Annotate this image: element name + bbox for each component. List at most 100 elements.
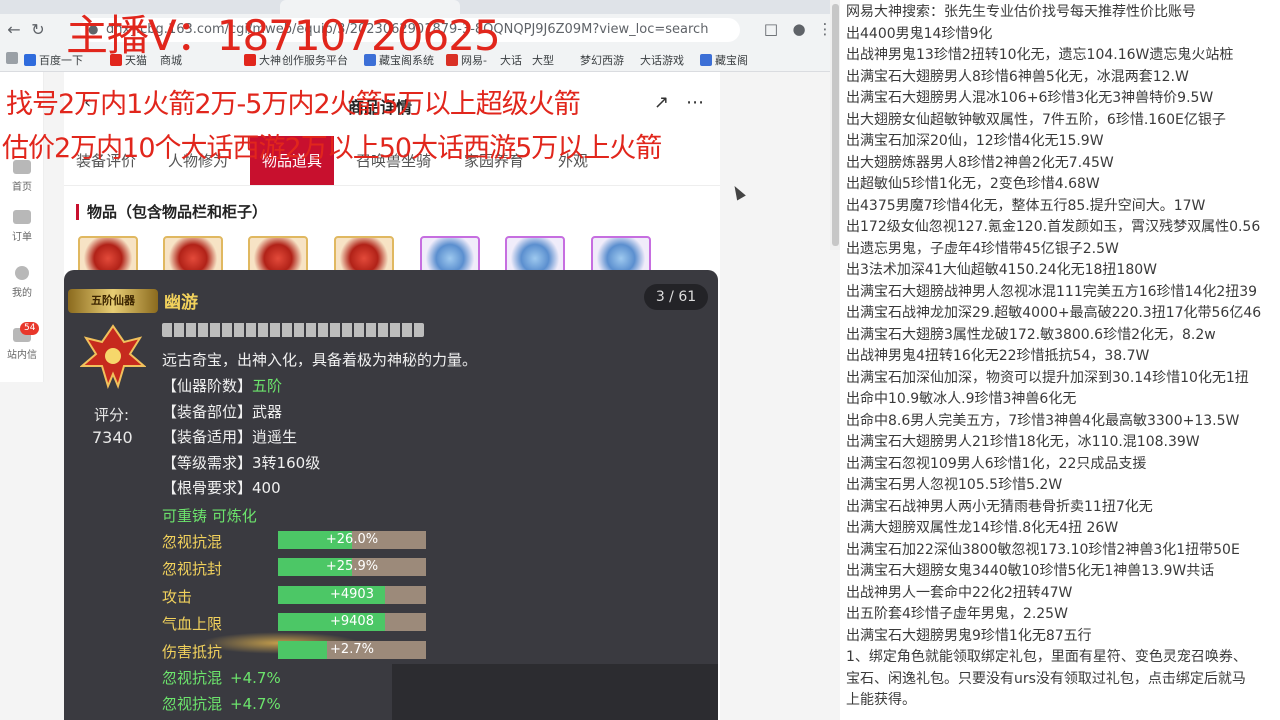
stat-bar: +25.9% [278,558,426,576]
baidu-icon [24,54,36,66]
item-name: 幽游 [164,293,198,313]
sidebar-toggle-icon[interactable]: □ [760,18,782,40]
attr-row: 【等级需求】3转160级 [162,454,321,472]
stat-value: +4903 [330,587,374,602]
bonus-row: 忽视抗混 +4.7% [162,695,281,713]
stat-name: 伤害抵抗 [162,643,223,661]
attr-row: 【装备适用】逍遥生 [162,428,298,446]
stat-value: +26.0% [325,532,379,547]
item-thumbnail[interactable] [334,236,394,274]
stat-name: 攻击 [162,588,193,606]
attr-row: 【根骨要求】400 [162,479,281,497]
note-line: 出4375男魔7珍惜4化无，整体五行85.提升空间大。17W [846,197,1206,214]
stat-row: 伤害抵抗 +2.7% [162,640,426,661]
bonus-row: 忽视抗混 +4.7% [162,669,281,687]
stat-name: 气血上限 [162,615,223,633]
note-line: 出战神男人一套命中22化2扭转47W [846,584,1073,601]
rail-label: 站内信 [7,350,37,361]
stat-row: 忽视抗混 +26.0% [162,530,426,551]
user-icon [15,266,29,280]
note-line: 出五阶套4珍惜子虚年男鬼，2.25W [846,606,1068,622]
reload-icon[interactable]: ↻ [28,20,48,40]
stat-row: 攻击 +4903 [162,585,426,606]
note-line: 出遗忘男鬼，子虚年4珍惜带45亿银子2.5W [846,240,1119,257]
note-line: 出3法术加深41大仙超敏4150.24化无18扭180W [846,262,1157,278]
note-line: 出超敏仙5珍惜1化无，2变色珍惜4.68W [846,176,1100,192]
note-line: 上能获得。 [846,692,916,708]
bookmark-item[interactable]: 藏宝阁 [700,52,748,68]
note-line: 1、绑定角色就能领取绑定礼包，里面有星符、变色灵宠召唤券、 [846,649,1247,665]
note-line: 出满宝石忽视109男人6珍惜1化，22只成品支援 [846,455,1147,472]
rail-label: 首页 [12,182,32,193]
unread-badge: 54 [20,322,40,335]
popup-footer-panel [392,664,718,720]
note-line: 出满宝石大翅膀男人8珍惜6神兽5化无，冰混两套12.W [846,68,1189,85]
rail-item-mine[interactable]: 我的 [0,266,44,299]
share-icon[interactable]: ↗ [654,92,669,113]
rail-label: 我的 [12,288,32,299]
tier-badge: 五阶仙器 [68,289,158,313]
note-line: 出172级女仙忽视127.氪金120.首发颜如玉，霄汉残梦双属性0.56 [846,219,1261,235]
attr-row: 【仙器阶数】五阶 [162,377,283,395]
note-line: 出命中10.9敏冰人.9珍惜3神兽6化无 [846,391,1077,407]
note-line: 出满宝石加深仙加深，物资可以提升加深到30.14珍惜10化无1扭 [846,369,1249,386]
stat-row: 气血上限 +9408 [162,612,426,633]
note-line: 出大翅膀女仙超敏钟敏双属性，7件五阶，6珍惜.160E亿银子 [846,111,1226,128]
item-thumbnail[interactable] [505,236,565,274]
stat-value: +25.9% [325,559,379,574]
stat-bar: +4903 [278,586,426,604]
stat-name: 忽视抗混 [162,533,223,551]
note-line: 出满宝石大翅膀3属性龙破172.敏3800.6珍惜2化无，8.2w [846,326,1216,343]
note-line: 出满宝石大翅膀男人混冰106+6珍惜3化无3神兽特价9.5W [846,90,1214,106]
scrollbar-thumb[interactable] [832,4,839,246]
overlay-line: 找号2万内1火箭2万-5万内2火箭5万以上超级火箭 [6,89,581,120]
item-thumbnail[interactable] [248,236,308,274]
item-counter: 3 / 61 [644,284,708,310]
score-value: 7340 [92,428,133,447]
stat-bar: +2.7% [278,641,426,659]
note-line: 网易大神搜索：张先生专业估价找号每天推荐性价比账号 [846,4,1196,20]
note-line: 出满宝石大翅膀男人21珍惜18化无，冰110.混108.39W [846,434,1200,450]
item-thumbnail[interactable] [78,236,138,274]
bookmark-item[interactable]: 大话游戏 [640,52,684,68]
stat-value: +2.7% [330,642,374,657]
bookmark-item[interactable]: 大型 [532,52,554,68]
item-thumbnail[interactable] [591,236,651,274]
note-line: 出战神男鬼4扭转16化无22珍惜抵抗54，38.7W [846,348,1150,364]
note-line: 出满宝石战神龙加深29.超敏4000+最高破220.3扭17化带56亿46 [846,305,1262,321]
note-line: 出大翅膀炼器男人8珍惜2神兽2化无7.45W [846,154,1114,171]
stat-name: 忽视抗封 [162,560,223,578]
bookmark-item[interactable]: 梦幻西游 [580,52,624,68]
stat-bar: +9408 [278,613,426,631]
profile-icon[interactable]: ● [788,18,810,40]
note-line: 出满宝石加深20仙，12珍惜4化无15.9W [846,133,1104,149]
more-icon[interactable]: ⋯ [686,92,704,113]
back-arrow-icon[interactable]: ← [4,20,24,40]
item-thumbnail[interactable] [420,236,480,274]
cbg-icon [700,54,712,66]
item-thumbnail[interactable] [163,236,223,274]
recast-status: 可重铸 可炼化 [162,507,257,525]
weapon-icon [80,324,146,389]
note-line: 出满大翅膀双属性龙14珍惜.8化无4扭 26W [846,520,1119,536]
bookmark-item[interactable]: 大话 [500,52,522,68]
note-line: 宝石、闲逸礼包。只要没有urs没有领取过礼包，点击绑定后就马 [846,670,1246,687]
note-line: 出满宝石战神男人两小无猜雨巷骨折卖11扭7化无 [846,498,1153,515]
bookmark-item[interactable] [6,52,21,65]
item-description: 远古奇宝，出神入化，具备着极为神秘的力量。 [162,351,478,369]
stat-bar: +26.0% [278,531,426,549]
attr-row: 【装备部位】武器 [162,403,283,421]
overlay-contact: 主播V：18710720625 [66,11,501,60]
rating-pips [162,323,424,337]
screen: ← ↻ ● dhxy.cbg.163.com/cgi/mweb/equip/3/… [0,0,1280,720]
note-line: 出4400男鬼14珍惜9化 [846,25,993,42]
note-line: 出满宝石大翅膀女鬼3440敏10珍惜5化无1神兽13.9W共话 [846,563,1215,579]
score-label: 评分: [94,406,130,424]
note-line: 出满宝石男人忽视105.5珍惜5.2W [846,477,1063,493]
apps-icon [6,52,18,64]
note-line: 出满宝石大翅膀男鬼9珍惜1化无87五行 [846,627,1092,644]
note-line: 出满宝石大翅膀战神男人忽视冰混111完美五方16珍惜14化2扭39 [846,283,1258,300]
rail-item-orders[interactable]: 订单 [0,210,44,243]
note-line: 出命中8.6男人完美五方，7珍惜3神兽4化最高敏3300+13.5W [846,412,1240,429]
rail-item-messages[interactable]: 54 站内信 [0,322,44,361]
